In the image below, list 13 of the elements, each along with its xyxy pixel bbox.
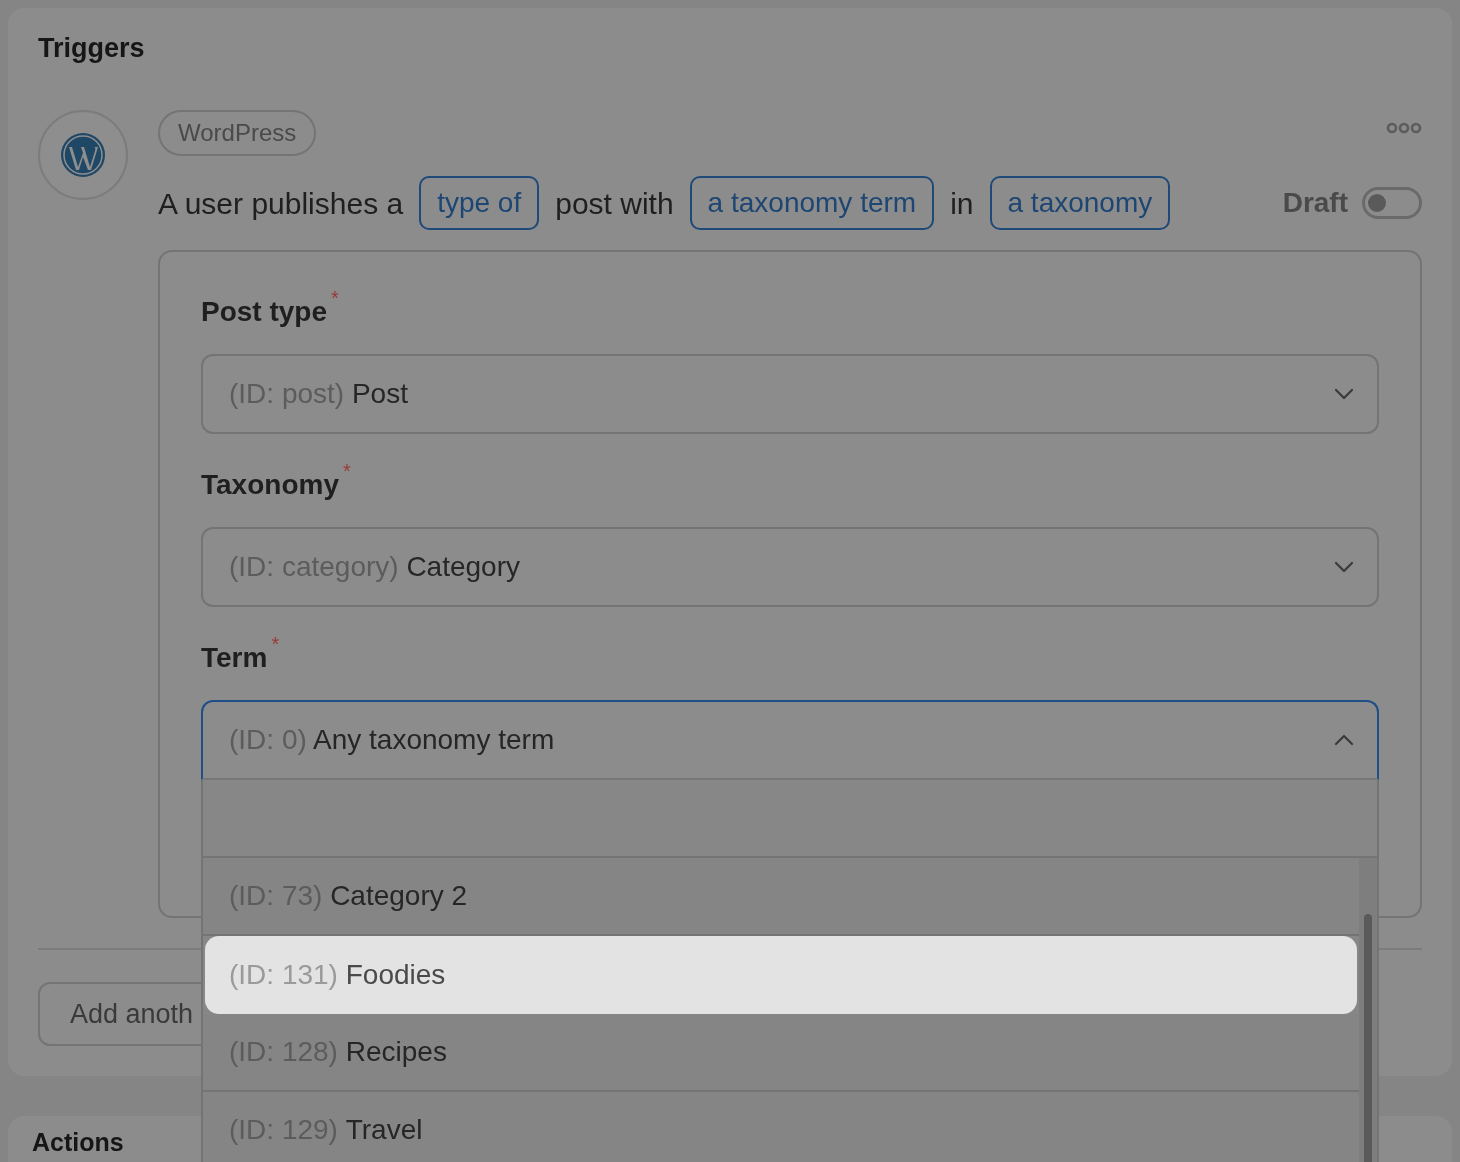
trigger-sentence-text: post with [555, 185, 674, 222]
required-mark: * [271, 634, 280, 654]
required-mark: * [331, 288, 339, 308]
integration-tag: WordPress [158, 110, 317, 156]
section-title: Triggers [38, 32, 146, 65]
trigger-sentence-text: in [950, 185, 974, 222]
field-label: Taxonomy [201, 468, 339, 502]
required-mark: * [342, 461, 351, 481]
status-label: Draft [1282, 186, 1348, 220]
trigger-sentence-text: A user publishes a [158, 185, 404, 222]
field-label: Post type [201, 295, 328, 329]
section-title: Actions [32, 1128, 124, 1156]
field-label: Term [201, 641, 268, 675]
